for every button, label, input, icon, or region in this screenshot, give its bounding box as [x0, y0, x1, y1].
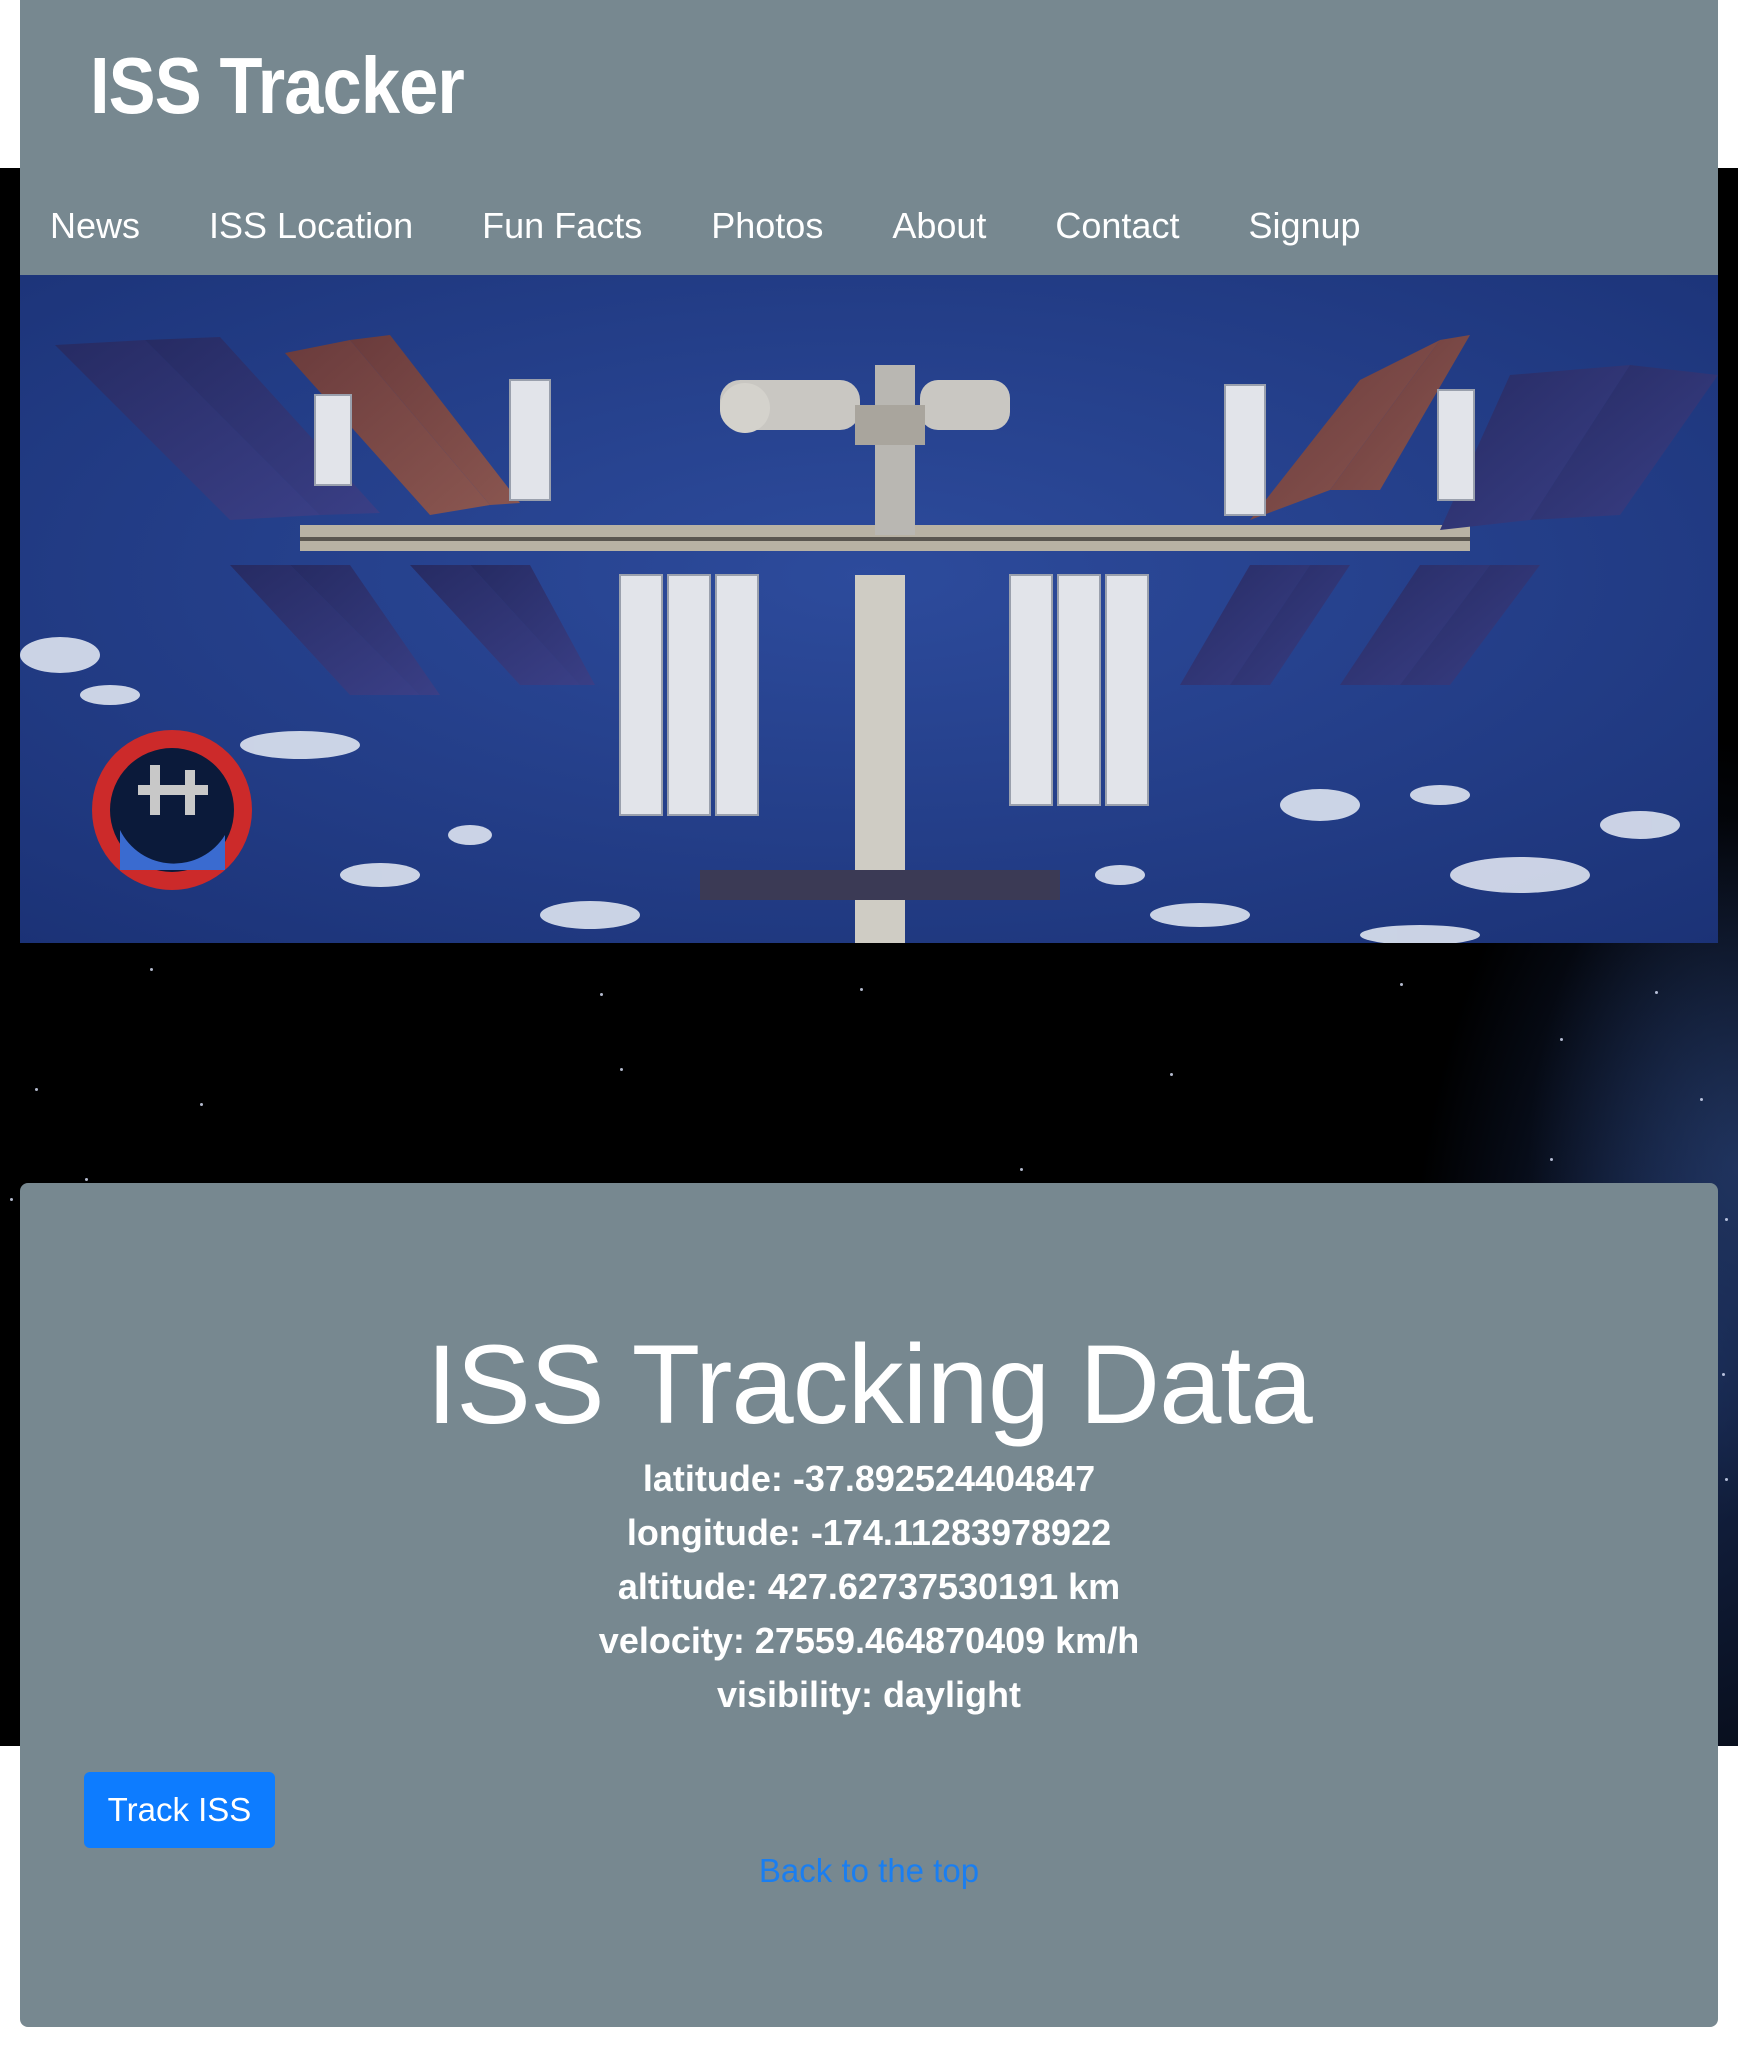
star: [85, 1178, 88, 1181]
latitude-value: latitude: -37.892524404847: [642, 1458, 1096, 1499]
main-nav: News ISS Location Fun Facts Photos About…: [50, 205, 1430, 247]
nav-item-news[interactable]: News: [50, 205, 140, 247]
star: [1560, 1038, 1563, 1041]
site-header: ISS Tracker News ISS Location Fun Facts …: [20, 0, 1718, 275]
back-to-top-link[interactable]: Back to the top: [0, 1852, 1738, 1890]
star: [1725, 1218, 1728, 1221]
tracking-data-list: latitude: -37.892524404847 longitude: -1…: [0, 1452, 1738, 1722]
star: [1700, 1098, 1703, 1101]
iss-illustration: [20, 275, 1718, 943]
star: [1550, 1158, 1553, 1161]
star: [600, 993, 603, 996]
star: [200, 1103, 203, 1106]
altitude-value: altitude: 427.62737530191 km: [617, 1566, 1121, 1607]
hero-image: [20, 275, 1718, 943]
iss-mission-patch: [92, 730, 252, 890]
longitude-value: longitude: -174.11283978922: [626, 1512, 1112, 1553]
site-title: ISS Tracker: [90, 41, 465, 130]
tracking-title: ISS Tracking Data: [426, 1322, 1313, 1447]
visibility-value: visibility: daylight: [716, 1674, 1022, 1715]
star: [1400, 983, 1403, 986]
star: [150, 968, 153, 971]
nav-item-signup[interactable]: Signup: [1248, 205, 1360, 247]
star: [860, 988, 863, 991]
nav-item-about[interactable]: About: [892, 205, 986, 247]
nav-item-photos[interactable]: Photos: [711, 205, 823, 247]
star: [1020, 1168, 1023, 1171]
star: [35, 1088, 38, 1091]
star: [620, 1068, 623, 1071]
velocity-value: velocity: 27559.464870409 km/h: [598, 1620, 1140, 1661]
nav-item-iss-location[interactable]: ISS Location: [209, 205, 413, 247]
star: [10, 1198, 13, 1201]
star: [1655, 991, 1658, 994]
track-iss-button[interactable]: Track ISS: [84, 1772, 275, 1848]
star: [1170, 1073, 1173, 1076]
nav-item-fun-facts[interactable]: Fun Facts: [482, 205, 642, 247]
nav-item-contact[interactable]: Contact: [1055, 205, 1179, 247]
